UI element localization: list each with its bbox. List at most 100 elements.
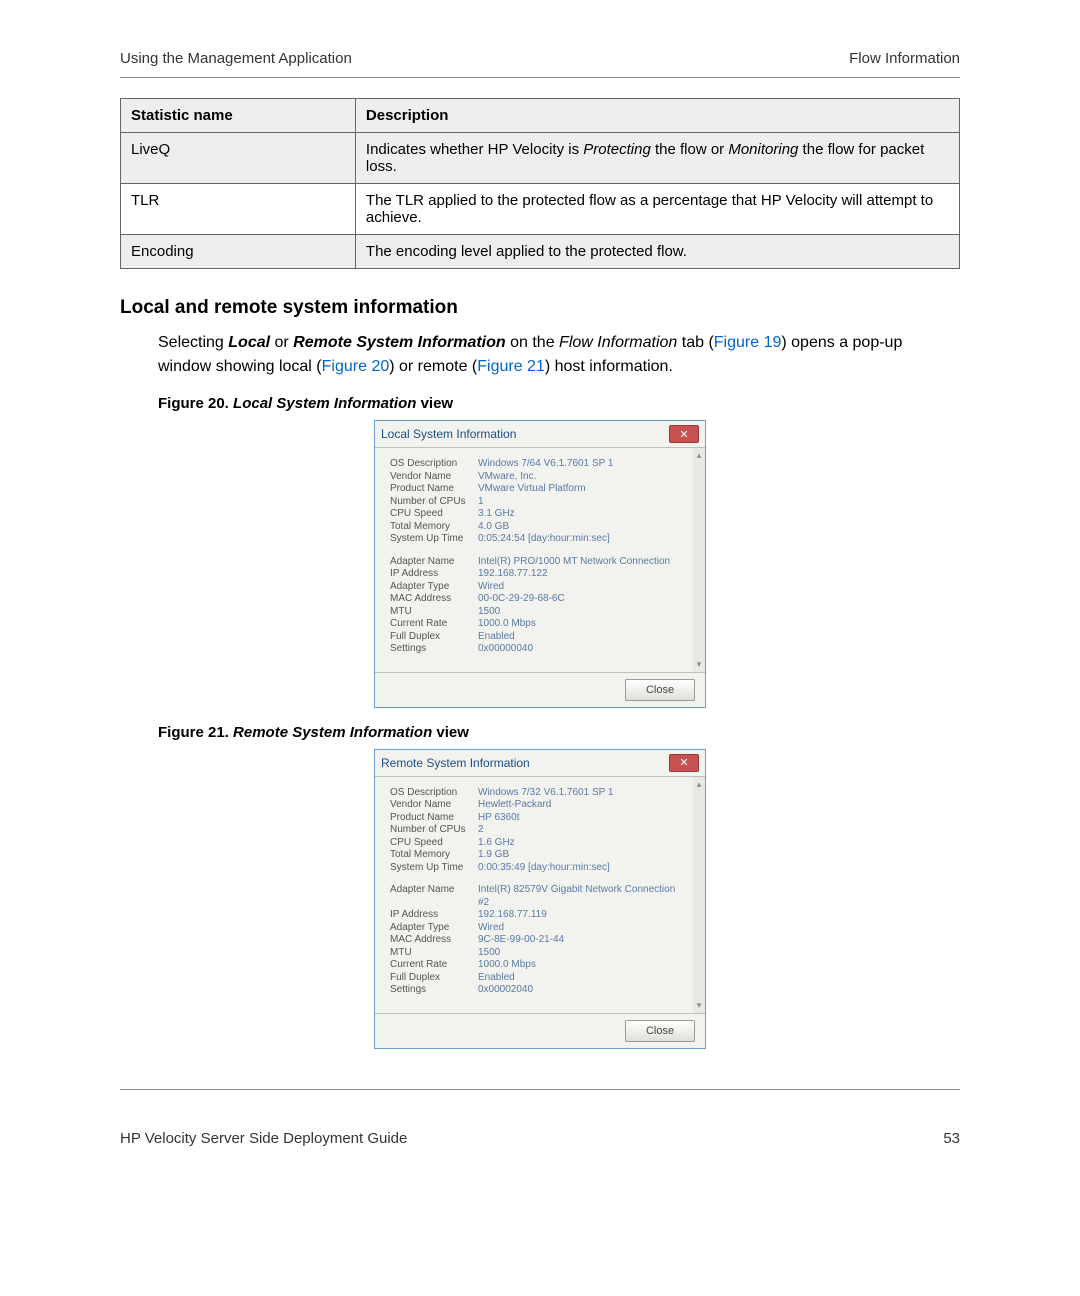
info-value: 0:05:24:54 [day:hour:min:sec]	[478, 533, 610, 546]
info-row: Product NameHP 6360t	[390, 812, 689, 825]
info-value: 1000.0 Mbps	[478, 618, 536, 631]
info-label: Number of CPUs	[390, 496, 478, 509]
info-row: Adapter TypeWired	[390, 922, 689, 935]
info-row: Number of CPUs2	[390, 824, 689, 837]
footer-page-number: 53	[943, 1130, 960, 1147]
close-icon[interactable]: ✕	[669, 425, 699, 443]
info-row: Product NameVMware Virtual Platform	[390, 483, 689, 496]
info-value: 9C-8E-99-00-21-44	[478, 934, 564, 947]
info-value: Wired	[478, 922, 504, 935]
info-row: Adapter NameIntel(R) PRO/1000 MT Network…	[390, 556, 689, 569]
info-label: System Up Time	[390, 862, 478, 875]
info-row: Full DuplexEnabled	[390, 972, 689, 985]
scrollbar[interactable]: ▴ ▾	[693, 448, 705, 672]
info-row: MTU1500	[390, 606, 689, 619]
scroll-down-icon[interactable]: ▾	[697, 659, 702, 670]
info-value: 0x00002040	[478, 984, 533, 997]
cell-desc: The encoding level applied to the protec…	[355, 235, 959, 269]
info-value: Enabled	[478, 972, 515, 985]
close-icon[interactable]: ✕	[669, 754, 699, 772]
info-value: 1.9 GB	[478, 849, 509, 862]
cell-desc: The TLR applied to the protected flow as…	[355, 184, 959, 235]
link-figure-19[interactable]: Figure 19	[714, 334, 782, 351]
info-value: 1500	[478, 947, 500, 960]
link-figure-21[interactable]: Figure 21	[477, 358, 545, 375]
table-row: LiveQ Indicates whether HP Velocity is P…	[121, 133, 960, 184]
info-label: IP Address	[390, 909, 478, 922]
cell-stat: Encoding	[121, 235, 356, 269]
info-label: Number of CPUs	[390, 824, 478, 837]
info-label: OS Description	[390, 458, 478, 471]
info-label: Total Memory	[390, 849, 478, 862]
info-label: Product Name	[390, 483, 478, 496]
info-label: MAC Address	[390, 593, 478, 606]
info-value: Hewlett-Packard	[478, 799, 551, 812]
info-row: Settings0x00002040	[390, 984, 689, 997]
info-label: Full Duplex	[390, 972, 478, 985]
info-value: 0:00:35:49 [day:hour:min:sec]	[478, 862, 610, 875]
th-description: Description	[355, 99, 959, 133]
info-row: Adapter NameIntel(R) 82579V Gigabit Netw…	[390, 884, 689, 909]
info-row: IP Address192.168.77.122	[390, 568, 689, 581]
info-value: HP 6360t	[478, 812, 520, 825]
remote-system-info-dialog: Remote System Information ✕ OS Descripti…	[374, 749, 706, 1049]
info-value: Wired	[478, 581, 504, 594]
cell-stat: LiveQ	[121, 133, 356, 184]
cell-desc: Indicates whether HP Velocity is Protect…	[355, 133, 959, 184]
info-value: 1.6 GHz	[478, 837, 515, 850]
info-value: 1000.0 Mbps	[478, 959, 536, 972]
scroll-down-icon[interactable]: ▾	[697, 1000, 702, 1011]
info-row: Settings0x00000040	[390, 643, 689, 656]
info-value: 4.0 GB	[478, 521, 509, 534]
scroll-up-icon[interactable]: ▴	[697, 450, 702, 461]
info-label: Settings	[390, 984, 478, 997]
info-value: 1500	[478, 606, 500, 619]
info-label: System Up Time	[390, 533, 478, 546]
info-label: Adapter Name	[390, 556, 478, 569]
info-value: Windows 7/64 V6.1.7601 SP 1	[478, 458, 613, 471]
info-value: 2	[478, 824, 484, 837]
scroll-up-icon[interactable]: ▴	[697, 779, 702, 790]
statistics-table: Statistic name Description LiveQ Indicat…	[120, 98, 960, 269]
info-label: OS Description	[390, 787, 478, 800]
info-value: 192.168.77.122	[478, 568, 548, 581]
info-value: Windows 7/32 V6.1.7601 SP 1	[478, 787, 613, 800]
info-label: Total Memory	[390, 521, 478, 534]
info-row: Full DuplexEnabled	[390, 631, 689, 644]
info-value: VMware, Inc.	[478, 471, 536, 484]
info-label: Vendor Name	[390, 799, 478, 812]
info-row: MAC Address9C-8E-99-00-21-44	[390, 934, 689, 947]
info-row: Total Memory1.9 GB	[390, 849, 689, 862]
scrollbar[interactable]: ▴ ▾	[693, 777, 705, 1013]
info-label: MTU	[390, 947, 478, 960]
info-row: MAC Address00-0C-29-29-68-6C	[390, 593, 689, 606]
info-row: IP Address192.168.77.119	[390, 909, 689, 922]
info-row: CPU Speed1.6 GHz	[390, 837, 689, 850]
figure-20-caption: Figure 20. Local System Information view	[158, 395, 960, 412]
footer-left: HP Velocity Server Side Deployment Guide	[120, 1130, 407, 1147]
header-right: Flow Information	[849, 50, 960, 67]
cell-stat: TLR	[121, 184, 356, 235]
info-value: Intel(R) PRO/1000 MT Network Connection	[478, 556, 670, 569]
section-paragraph: Selecting Local or Remote System Informa…	[158, 331, 960, 379]
info-label: Adapter Type	[390, 581, 478, 594]
info-label: Current Rate	[390, 618, 478, 631]
close-button[interactable]: Close	[625, 1020, 695, 1042]
info-value: Enabled	[478, 631, 515, 644]
info-label: Full Duplex	[390, 631, 478, 644]
info-row: Total Memory4.0 GB	[390, 521, 689, 534]
info-label: Settings	[390, 643, 478, 656]
dialog-title: Remote System Information	[381, 756, 530, 770]
info-row: System Up Time0:05:24:54 [day:hour:min:s…	[390, 533, 689, 546]
info-label: Adapter Type	[390, 922, 478, 935]
info-label: MTU	[390, 606, 478, 619]
info-label: Adapter Name	[390, 884, 478, 909]
close-button[interactable]: Close	[625, 679, 695, 701]
info-label: IP Address	[390, 568, 478, 581]
info-value: 00-0C-29-29-68-6C	[478, 593, 565, 606]
info-row: CPU Speed3.1 GHz	[390, 508, 689, 521]
info-row: Current Rate1000.0 Mbps	[390, 618, 689, 631]
info-row: System Up Time0:00:35:49 [day:hour:min:s…	[390, 862, 689, 875]
info-row: Vendor NameHewlett-Packard	[390, 799, 689, 812]
link-figure-20[interactable]: Figure 20	[322, 358, 390, 375]
